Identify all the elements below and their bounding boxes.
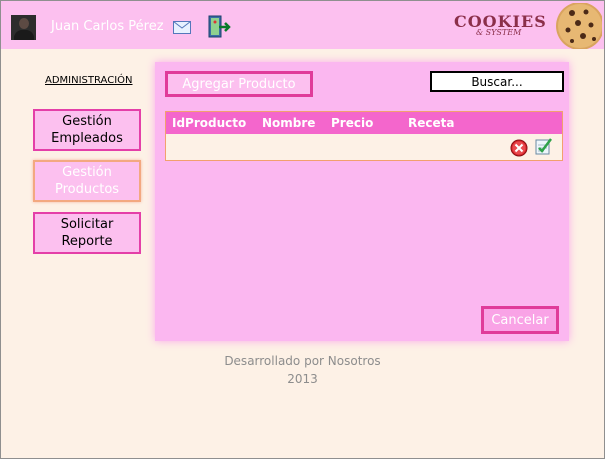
products-table: IdProducto Nombre Precio Receta bbox=[165, 111, 563, 161]
footer-credit: Desarrollado por Nosotros bbox=[224, 354, 381, 368]
sidebar-item-solicitar-reporte[interactable]: Solicitar Reporte bbox=[33, 212, 141, 254]
logo: COOKIES & SYSTEM bbox=[454, 12, 547, 37]
search-input[interactable]: Buscar... bbox=[430, 71, 564, 92]
table-header: IdProducto Nombre Precio Receta bbox=[166, 112, 562, 134]
avatar[interactable] bbox=[11, 15, 36, 40]
footer: Desarrollado por Nosotros 2013 bbox=[0, 352, 605, 388]
sidebar-item-gestion-productos[interactable]: Gestión Productos bbox=[33, 160, 141, 202]
sidebar-title: ADMINISTRACIÓN bbox=[45, 75, 133, 86]
cancel-button[interactable]: Cancelar bbox=[481, 306, 559, 334]
header-bar: Juan Carlos Pérez COOKIES & SYSTEM bbox=[1, 1, 604, 49]
sidebar-item-label: Gestión Productos bbox=[54, 165, 120, 197]
cookie-icon bbox=[556, 3, 602, 49]
mail-icon[interactable] bbox=[173, 21, 191, 34]
delete-icon[interactable] bbox=[510, 139, 528, 157]
main-panel bbox=[155, 62, 569, 341]
sidebar-item-label: Solicitar Reporte bbox=[60, 217, 114, 249]
add-product-button[interactable]: Agregar Producto bbox=[165, 71, 313, 97]
footer-year: 2013 bbox=[287, 372, 318, 386]
username: Juan Carlos Pérez bbox=[51, 19, 164, 34]
sidebar-item-gestion-empleados[interactable]: Gestión Empleados bbox=[33, 109, 141, 151]
column-header: Precio bbox=[331, 116, 374, 130]
column-header: Receta bbox=[408, 116, 455, 130]
column-header: Nombre bbox=[262, 116, 316, 130]
column-header: IdProducto bbox=[172, 116, 247, 130]
exit-icon[interactable] bbox=[206, 14, 232, 40]
edit-icon[interactable] bbox=[534, 136, 554, 156]
sidebar-item-label: Gestión Empleados bbox=[51, 114, 123, 146]
table-row bbox=[166, 134, 562, 160]
